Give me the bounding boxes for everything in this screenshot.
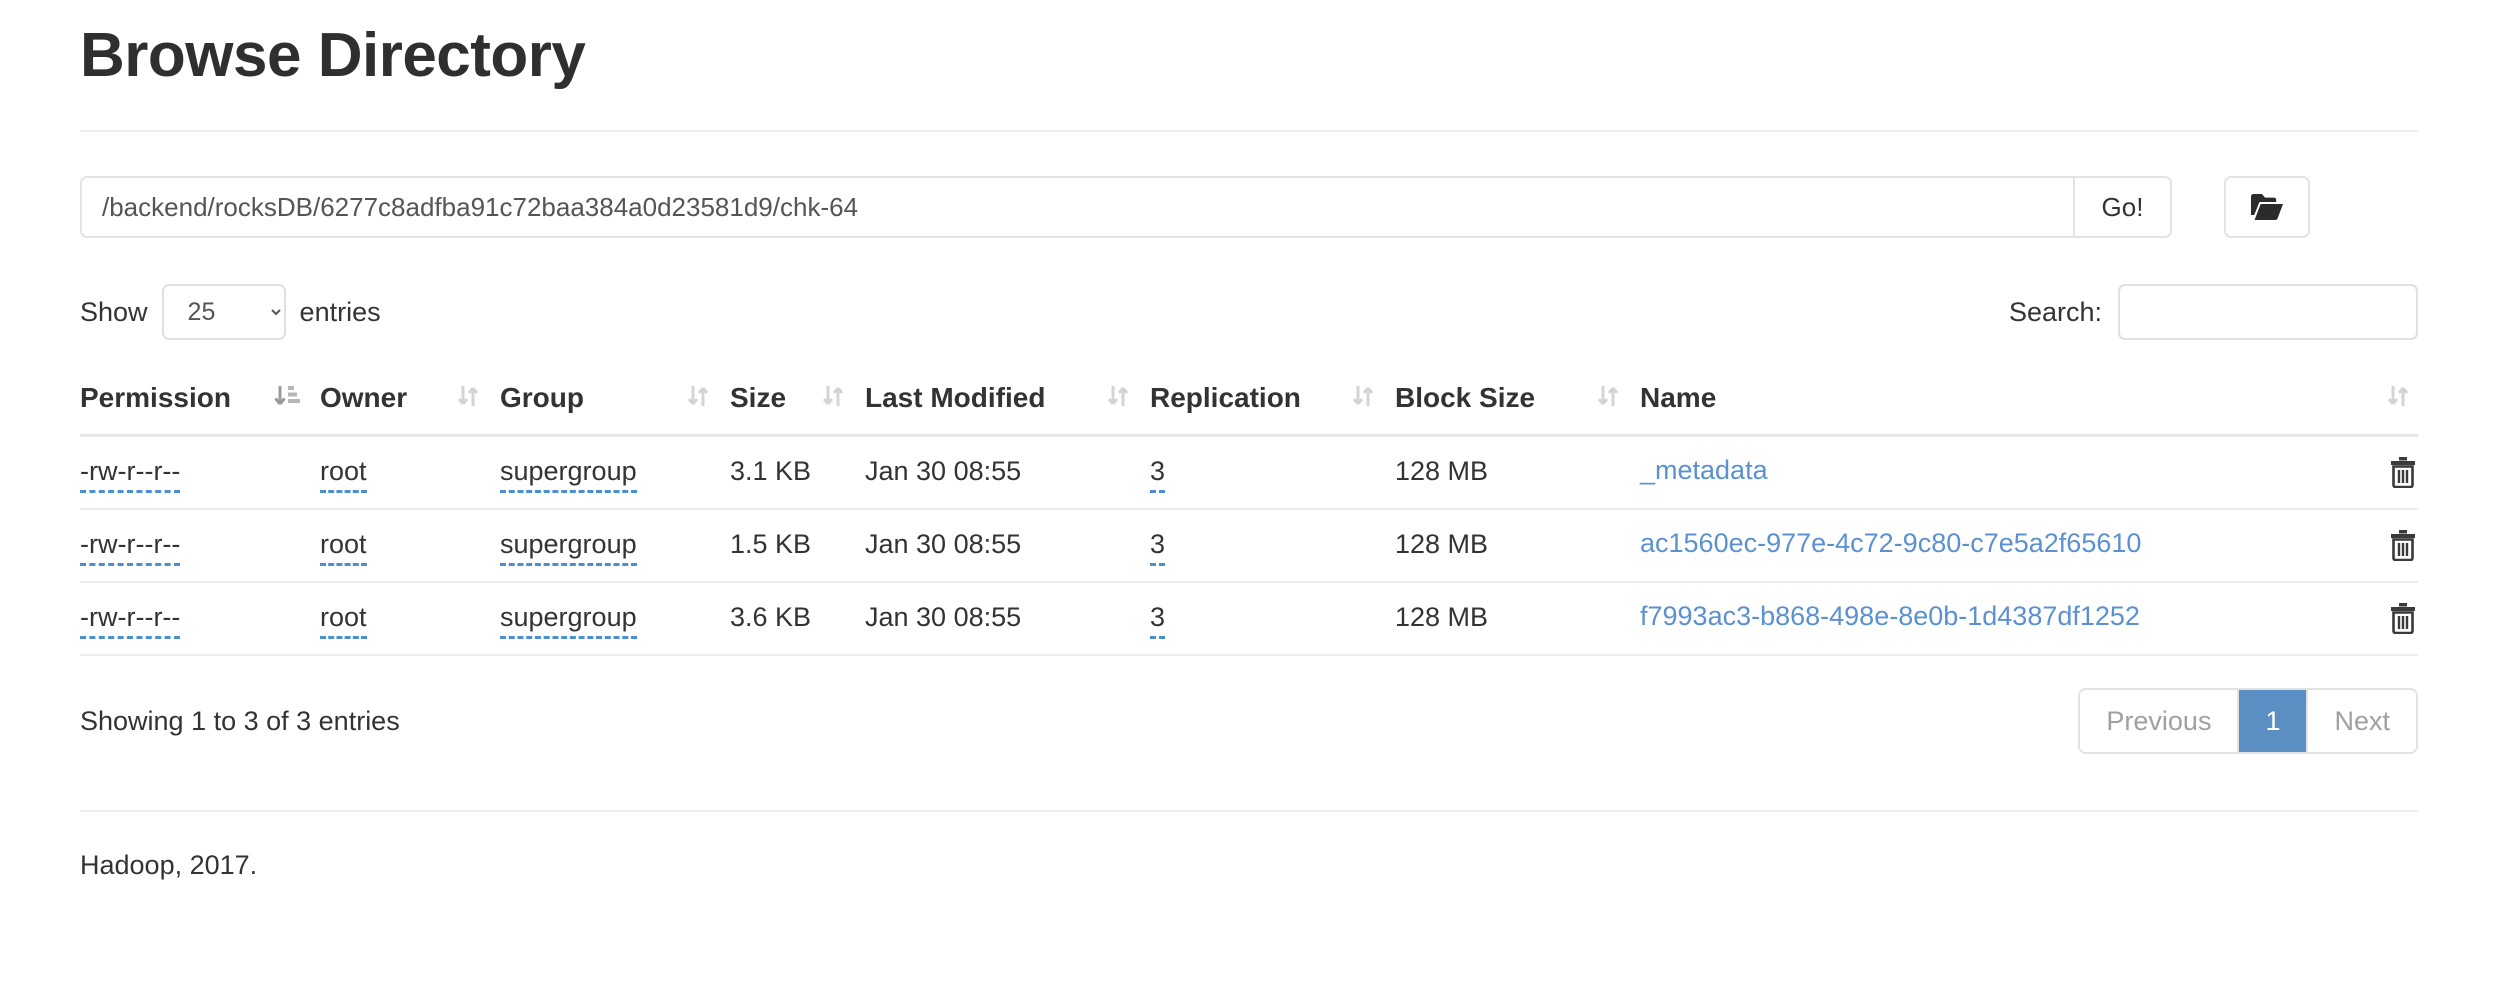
cell-owner: root [320, 435, 500, 511]
file-name-link[interactable]: ac1560ec-977e-4c72-9c80-c7e5a2f65610 [1640, 528, 2141, 561]
footer-divider [80, 810, 2418, 813]
group-value[interactable]: supergroup [500, 456, 637, 494]
owner-value[interactable]: root [320, 456, 367, 494]
entries-info: Showing 1 to 3 of 3 entries [80, 705, 400, 736]
cell-name: f7993ac3-b868-498e-8e0b-1d4387df1252 [1640, 582, 2418, 657]
table-row: -rw-r--r-- root supergroup 1.5 KB Jan 30… [80, 509, 2418, 584]
sort-updown-icon[interactable] [2386, 384, 2410, 412]
cell-owner: root [320, 582, 500, 657]
column-header-permission[interactable]: Permission [80, 368, 320, 438]
group-value[interactable]: supergroup [500, 529, 637, 567]
column-label: Replication [1150, 382, 1301, 414]
pagination-page-1[interactable]: 1 [2239, 690, 2309, 753]
owner-value[interactable]: root [320, 602, 367, 640]
footer-text: Hadoop, 2017. [80, 850, 258, 881]
cell-size: 3.6 KB [730, 582, 865, 657]
pagination-previous[interactable]: Previous [2080, 690, 2240, 753]
trash-icon [2388, 602, 2418, 634]
cell-group: supergroup [500, 582, 730, 657]
delete-row-button[interactable] [2388, 456, 2418, 488]
table-footer: Showing 1 to 3 of 3 entries Previous 1 N… [80, 688, 2418, 755]
path-input-group: Go! [80, 176, 2172, 239]
column-header-owner[interactable]: Owner [320, 368, 500, 438]
sort-updown-icon[interactable] [1106, 384, 1130, 412]
column-header-name[interactable]: Name [1640, 368, 2418, 438]
page-title: Browse Directory [80, 21, 586, 90]
sort-updown-icon[interactable] [456, 384, 480, 412]
show-label: Show [80, 296, 148, 327]
cell-size: 3.1 KB [730, 435, 865, 511]
replication-value[interactable]: 3 [1150, 529, 1166, 567]
column-label: Block Size [1395, 382, 1536, 414]
search-control: Search: [2008, 284, 2418, 341]
permission-value[interactable]: -rw-r--r-- [80, 529, 181, 567]
column-header-size[interactable]: Size [730, 368, 865, 438]
replication-value[interactable]: 3 [1150, 602, 1166, 640]
cell-last-modified: Jan 30 08:55 [865, 509, 1150, 584]
table-header-row: Permission Owner Group Size Last Modifie… [80, 368, 2418, 438]
column-label: Name [1640, 382, 1717, 414]
sort-updown-icon[interactable] [686, 384, 710, 412]
column-label: Size [730, 382, 787, 414]
trash-icon [2388, 529, 2418, 561]
sort-updown-icon[interactable] [821, 384, 845, 412]
cell-replication: 3 [1150, 435, 1395, 511]
entries-label: entries [299, 296, 381, 327]
search-label: Search: [2008, 296, 2102, 327]
cell-block-size: 128 MB [1395, 582, 1640, 657]
file-name-link[interactable]: f7993ac3-b868-498e-8e0b-1d4387df1252 [1640, 601, 2140, 634]
column-header-group[interactable]: Group [500, 368, 730, 438]
cell-name: ac1560ec-977e-4c72-9c80-c7e5a2f65610 [1640, 509, 2418, 584]
cell-size: 1.5 KB [730, 509, 865, 584]
permission-value[interactable]: -rw-r--r-- [80, 456, 181, 494]
table-row: -rw-r--r-- root supergroup 3.1 KB Jan 30… [80, 435, 2418, 511]
browse-directory-page: Browse Directory Go! Show 25 entries S [0, 21, 2498, 881]
owner-value[interactable]: root [320, 529, 367, 567]
column-header-block-size[interactable]: Block Size [1395, 368, 1640, 438]
open-folder-button[interactable] [2224, 176, 2310, 239]
permission-value[interactable]: -rw-r--r-- [80, 602, 181, 640]
cell-permission: -rw-r--r-- [80, 435, 320, 511]
trash-icon [2388, 456, 2418, 488]
cell-permission: -rw-r--r-- [80, 509, 320, 584]
table-controls: Show 25 entries Search: [80, 284, 2418, 341]
cell-permission: -rw-r--r-- [80, 582, 320, 657]
directory-table: Permission Owner Group Size Last Modifie… [80, 368, 2418, 657]
path-toolbar: Go! [80, 176, 2418, 239]
delete-row-button[interactable] [2388, 602, 2418, 634]
column-label: Owner [320, 382, 408, 414]
cell-owner: root [320, 509, 500, 584]
file-name-link[interactable]: _metadata [1640, 455, 1768, 488]
cell-replication: 3 [1150, 509, 1395, 584]
cell-replication: 3 [1150, 582, 1395, 657]
cell-group: supergroup [500, 509, 730, 584]
column-header-replication[interactable]: Replication [1150, 368, 1395, 438]
sort-updown-icon[interactable] [1351, 384, 1375, 412]
open-folder-icon [2250, 193, 2284, 221]
cell-last-modified: Jan 30 08:55 [865, 582, 1150, 657]
column-header-last-modified[interactable]: Last Modified [865, 368, 1150, 438]
column-label: Last Modified [865, 382, 1046, 414]
title-divider [80, 130, 2418, 133]
pagination-next[interactable]: Next [2308, 690, 2416, 753]
go-button[interactable]: Go! [2074, 176, 2172, 239]
group-value[interactable]: supergroup [500, 602, 637, 640]
page-length-select[interactable]: 25 [161, 284, 286, 341]
delete-row-button[interactable] [2388, 529, 2418, 561]
column-label: Permission [80, 382, 231, 414]
path-input[interactable] [80, 176, 2074, 239]
table-row: -rw-r--r-- root supergroup 3.6 KB Jan 30… [80, 582, 2418, 657]
sort-updown-icon[interactable] [1596, 384, 1620, 412]
cell-group: supergroup [500, 435, 730, 511]
column-label: Group [500, 382, 584, 414]
sort-amount-icon[interactable] [274, 384, 300, 412]
cell-block-size: 128 MB [1395, 435, 1640, 511]
cell-name: _metadata [1640, 435, 2418, 511]
search-input[interactable] [2118, 284, 2418, 341]
cell-last-modified: Jan 30 08:55 [865, 435, 1150, 511]
replication-value[interactable]: 3 [1150, 456, 1166, 494]
page-length-control: Show 25 entries [80, 284, 381, 341]
pagination: Previous 1 Next [2078, 688, 2418, 755]
cell-block-size: 128 MB [1395, 509, 1640, 584]
